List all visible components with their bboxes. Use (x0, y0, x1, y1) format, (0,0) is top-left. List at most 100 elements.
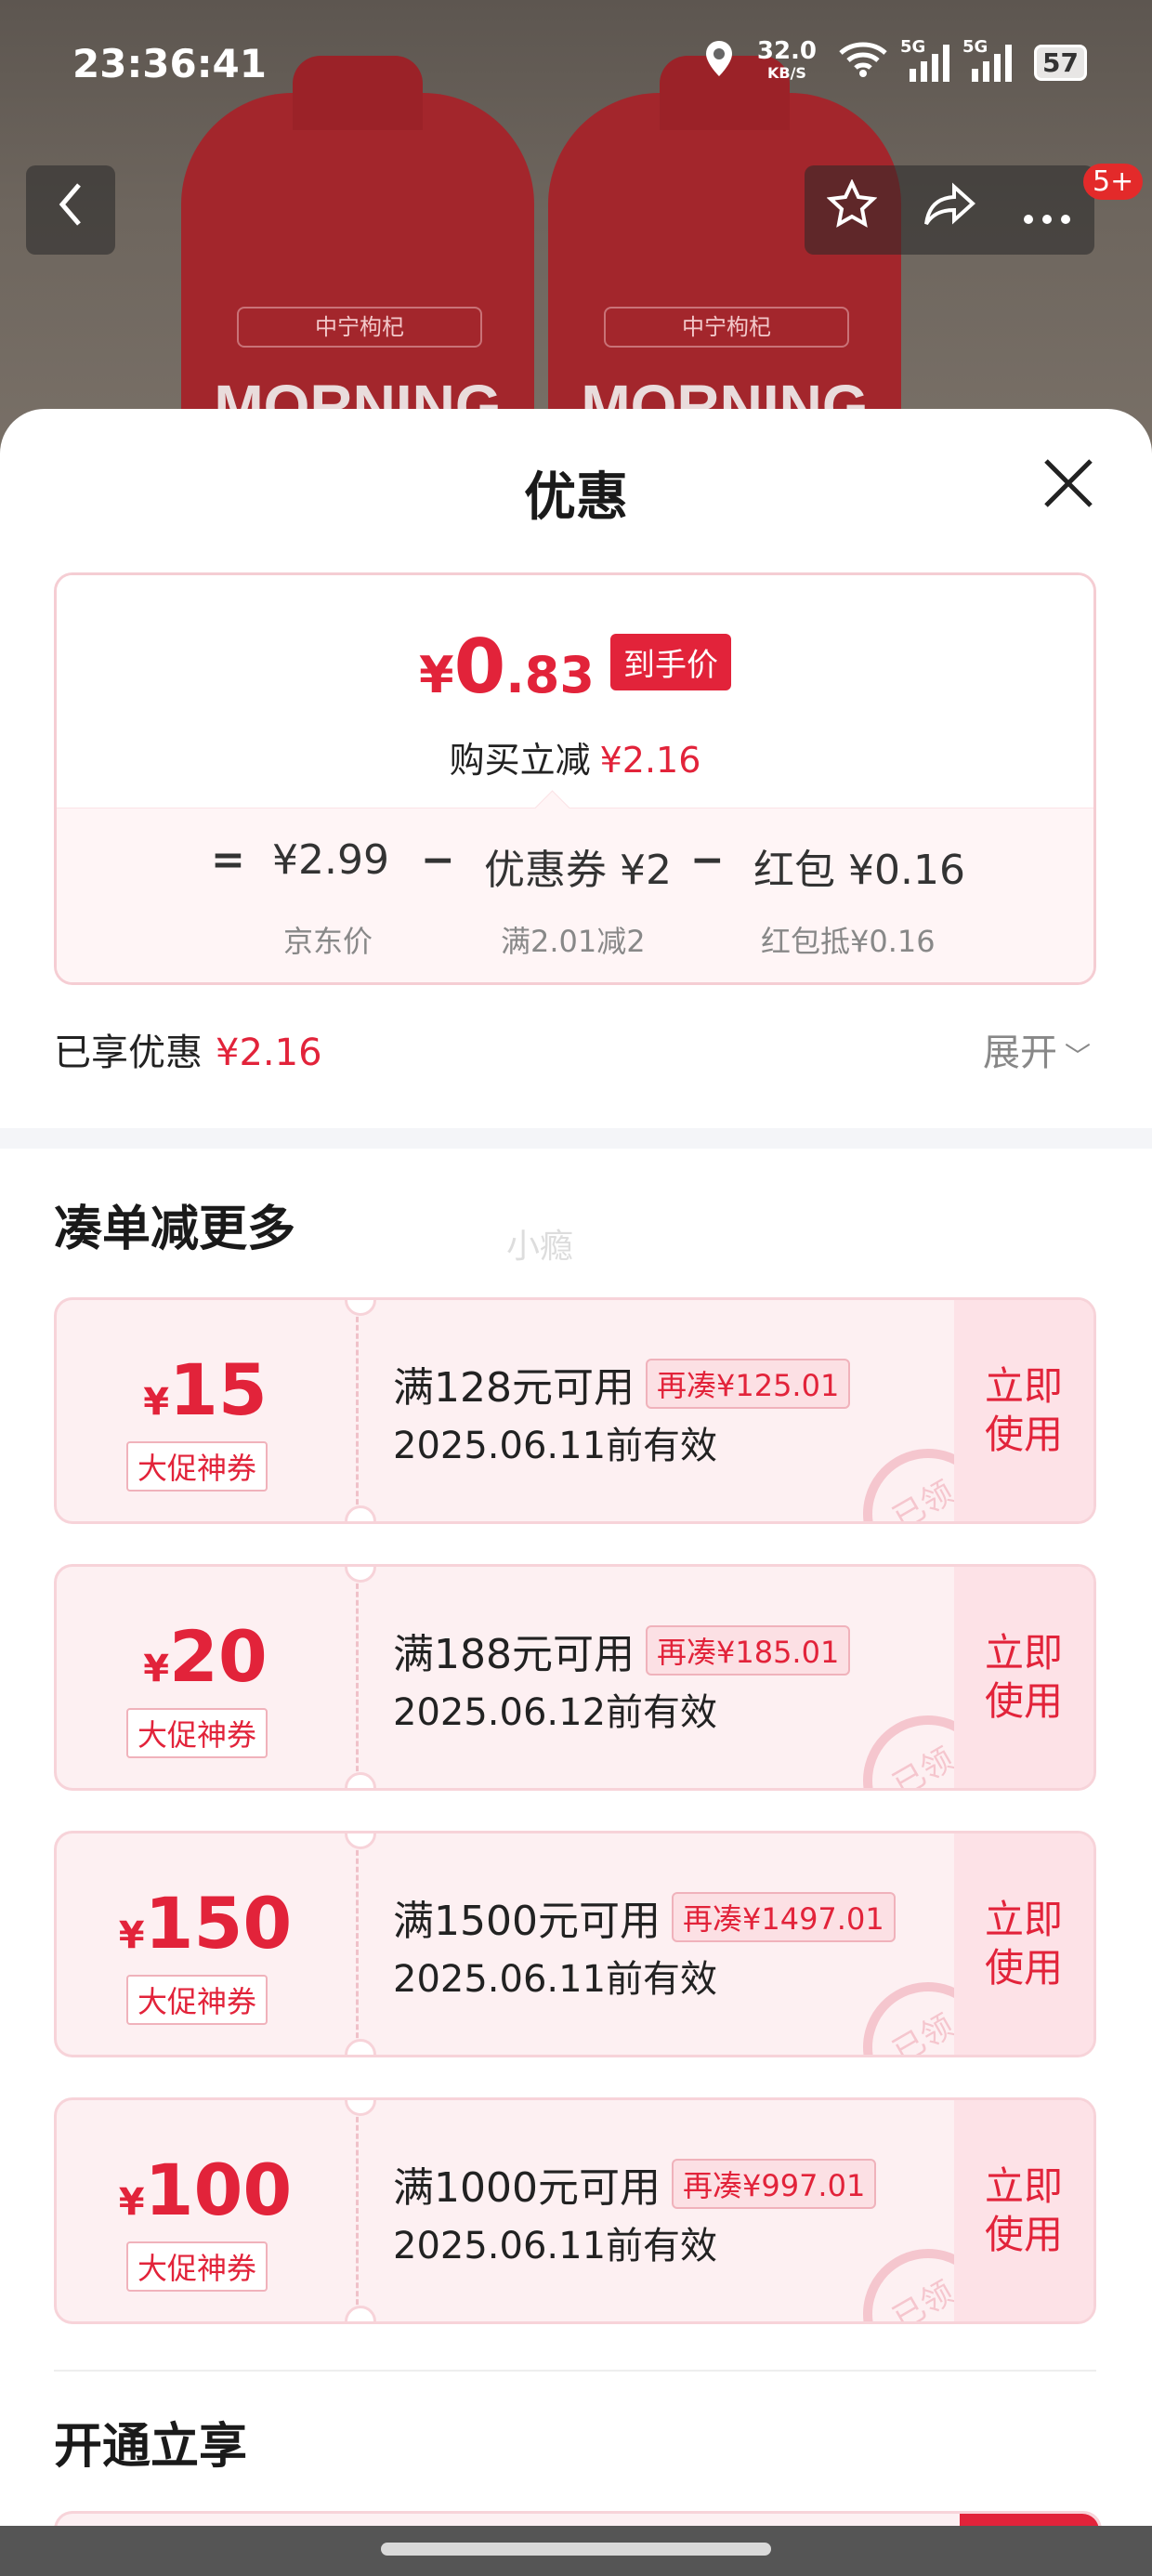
coupon-symbol: ¥ (143, 1381, 170, 1424)
section-divider-line (54, 2370, 1096, 2372)
coupon-valid-date: 2025.06.11前有效 (393, 1958, 718, 2001)
cart-badge: 5+ (1083, 164, 1144, 200)
coupon-symbol: ¥ (118, 2181, 145, 2224)
coupon-symbol: ¥ (143, 1648, 170, 1690)
coupon-amount: ¥15 (57, 1348, 354, 1431)
star-icon[interactable] (826, 178, 878, 241)
coupon-divider (356, 1567, 359, 1788)
enjoyed-value: ¥2.16 (216, 1032, 322, 1074)
coupon-value: 15 (169, 1348, 268, 1431)
sheet-title: 优惠 (524, 467, 628, 528)
signal-icon: 5G (962, 37, 1013, 82)
coupon-condition: 满1500元可用 再凑¥1497.01 (393, 1887, 896, 1947)
coupon-condition: 满128元可用 再凑¥125.01 (393, 1354, 851, 1413)
coupon-valid-date: 2025.06.11前有效 (393, 2225, 718, 2267)
coupon-divider (356, 1300, 359, 1521)
net-speed: 32.0 KB/S (756, 37, 818, 85)
redpack-amount: 红包 ¥0.16 (753, 847, 965, 894)
final-price-int: 0 (453, 624, 506, 710)
coupon-amount: ¥20 (57, 1615, 354, 1698)
watermark: 小瘾 (506, 1228, 574, 1266)
back-button[interactable] (26, 165, 115, 255)
coupon-type: 大促神券 (126, 1975, 268, 2025)
instant-reduce: 购买立减 ¥2.16 (57, 731, 1093, 782)
wifi-icon (839, 40, 887, 85)
back-icon (57, 180, 85, 241)
coupon-value: 100 (144, 2149, 293, 2231)
coupon-value-area: ¥100 大促神券 (57, 2100, 354, 2321)
net-speed-value: 32.0 (756, 37, 818, 65)
coupon-card: ¥20 大促神券 满188元可用 再凑¥185.01 2025.06.12前有效 … (54, 1564, 1096, 1791)
coupon-value: 150 (144, 1882, 293, 1965)
coupon-symbol: ¥ (118, 1914, 145, 1957)
price-breakdown-card: ¥0.83 到手价 购买立减 ¥2.16 = ¥2.99 − 优惠券 ¥2 − 红… (54, 572, 1096, 985)
coupon-type: 大促神券 (126, 1441, 268, 1492)
coupon-condition-text: 满1500元可用 (393, 1898, 661, 1945)
final-price-tag: 到手价 (610, 634, 731, 690)
coupon-amount: ¥150 (57, 1882, 354, 1965)
signal-label: 5G (900, 37, 926, 57)
enjoyed-label: 已享优惠 (54, 1032, 203, 1074)
home-indicator[interactable] (381, 2543, 771, 2556)
net-speed-unit: KB/S (766, 64, 806, 82)
coupon-notch (345, 1772, 376, 1788)
bottle-label: 中宁枸杞 (604, 307, 849, 348)
use-now-button[interactable]: 立即 使用 (954, 1833, 1093, 2055)
use-now-button[interactable]: 立即 使用 (954, 1567, 1093, 1788)
coupon-value: 20 (169, 1615, 268, 1698)
jd-price: ¥2.99 (272, 836, 389, 884)
coupon-card: ¥100 大促神券 满1000元可用 再凑¥997.01 2025.06.11前有… (54, 2097, 1096, 2324)
expand-label: 展开 (983, 1032, 1057, 1074)
signal-icon: 5G (900, 37, 950, 82)
coupon-type: 大促神券 (126, 1708, 268, 1758)
coupon-notch (345, 2306, 376, 2321)
equals-sign: = (211, 836, 245, 884)
coupon-notch (345, 1505, 376, 1521)
section-title-more: 凑单减更多 (54, 1202, 296, 1257)
coupon-value-area: ¥15 大促神券 (57, 1300, 354, 1521)
status-bar: 23:36:41 32.0 KB/S 5G 5G 57 (0, 0, 1152, 130)
currency-symbol: ¥ (418, 646, 454, 704)
jd-price-label: 京东价 (283, 924, 373, 959)
coupon-value-area: ¥20 大促神券 (57, 1567, 354, 1788)
section-title-open: 开通立享 (54, 2419, 248, 2475)
coupon-valid-date: 2025.06.11前有效 (393, 1425, 718, 1467)
signal-label: 5G (962, 37, 988, 57)
system-nav-bar (0, 2526, 1152, 2576)
coupon-divider (356, 2100, 359, 2321)
coupon-divider (356, 1833, 359, 2055)
coupon-label: 满2.01减2 (501, 924, 646, 959)
price-formula-area: = ¥2.99 − 优惠券 ¥2 − 红包 ¥0.16 京东价 满2.01减2 … (57, 790, 1093, 982)
coupon-card: ¥15 大促神券 满128元可用 再凑¥125.01 2025.06.11前有效 … (54, 1297, 1096, 1524)
share-icon[interactable] (923, 181, 976, 239)
final-price-area: ¥0.83 到手价 购买立减 ¥2.16 (57, 575, 1093, 808)
use-now-button[interactable]: 立即 使用 (954, 1300, 1093, 1521)
reduce-label: 购买立减 (449, 740, 591, 781)
coupon-condition-text: 满128元可用 (393, 1364, 635, 1412)
expand-button[interactable]: 展开 ﹀ (983, 1022, 1091, 1076)
more-icon[interactable] (1022, 183, 1072, 237)
battery-icon: 57 (1034, 44, 1087, 81)
enjoyed-discount: 已享优惠 ¥2.16 (54, 1022, 322, 1076)
discount-sheet: 优惠 ¥0.83 到手价 购买立减 ¥2.16 = ¥2.99 − 优惠券 ¥2 … (0, 409, 1152, 2576)
section-divider (0, 1128, 1152, 1149)
coupon-type: 大促神券 (126, 2241, 268, 2292)
redpack-label: 红包抵¥0.16 (761, 924, 936, 959)
coupon-condition: 满1000元可用 再凑¥997.01 (393, 2154, 877, 2214)
coupon-extra-tag: 再凑¥125.01 (645, 1359, 851, 1409)
final-price: ¥0.83 到手价 (57, 624, 1093, 710)
coupon-amount: ¥100 (57, 2149, 354, 2231)
use-now-button[interactable]: 立即 使用 (954, 2100, 1093, 2321)
coupon-amount: 优惠券 ¥2 (484, 847, 672, 894)
coupon-condition-text: 满1000元可用 (393, 2164, 661, 2212)
coupon-condition: 满188元可用 再凑¥185.01 (393, 1621, 851, 1680)
bottle-label: 中宁枸杞 (237, 307, 482, 348)
action-group (805, 165, 1094, 255)
coupon-extra-tag: 再凑¥997.01 (671, 2159, 877, 2209)
coupon-extra-tag: 再凑¥185.01 (645, 1625, 851, 1676)
status-time: 23:36:41 (72, 41, 267, 86)
coupon-valid-date: 2025.06.12前有效 (393, 1691, 718, 1734)
location-icon (703, 39, 735, 85)
close-button[interactable] (1039, 457, 1098, 517)
final-price-dec: .83 (505, 646, 595, 704)
